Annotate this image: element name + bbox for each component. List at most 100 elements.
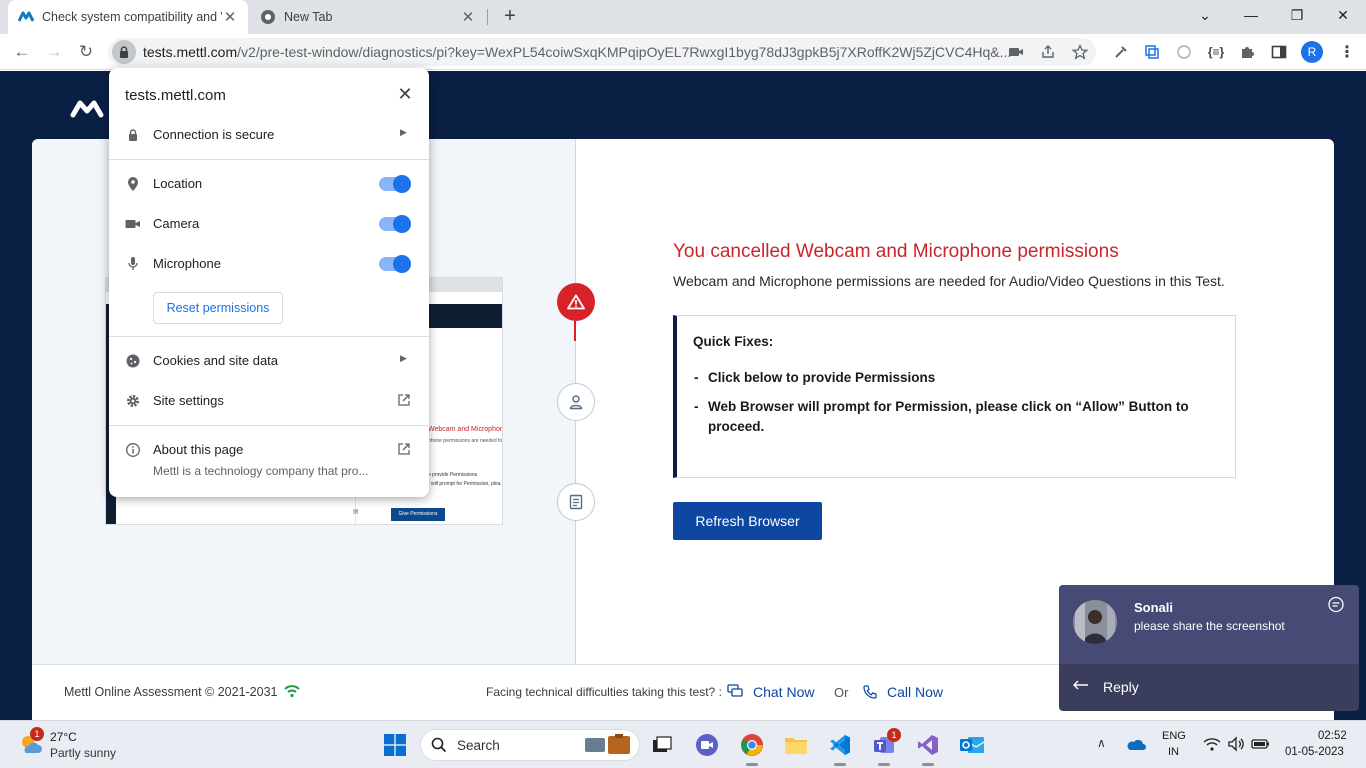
restore-icon[interactable]: ❐ [1274,0,1320,30]
popup-close-icon[interactable]: ✕ [395,84,415,104]
battery-icon[interactable] [1251,736,1269,752]
refresh-browser-button[interactable]: Refresh Browser [673,502,822,540]
new-tab-icon[interactable]: + [498,4,522,28]
reset-permissions-button[interactable]: Reset permissions [153,292,283,324]
toggle-knob [393,255,411,273]
language-indicator[interactable]: ENG [1162,730,1186,742]
extension-copy-icon[interactable] [1143,43,1161,61]
profile-avatar[interactable]: R [1301,41,1323,63]
connection-secure-row[interactable]: Connection is secure ▶ [109,119,429,151]
reload-icon[interactable]: ↻ [74,40,98,64]
about-page-row[interactable]: About this page [109,434,429,466]
onedrive-cloud-icon[interactable] [1126,737,1146,751]
tab-title: Check system compatibility and Ve [42,10,222,24]
vscode-icon[interactable] [825,730,855,766]
meet-video-icon[interactable] [692,730,722,760]
share-icon[interactable] [1040,44,1056,60]
tab-search-chevron-icon[interactable]: ⌄ [1182,0,1228,30]
tab-separator [487,9,488,25]
permission-label: Camera [153,216,200,231]
search-icon [431,737,447,753]
url-host: tests.mettl.com [143,44,238,60]
call-now-link[interactable]: Call Now [887,684,943,700]
task-view-icon[interactable] [647,730,677,760]
location-toggle[interactable] [379,175,411,193]
step-progress-line [574,321,576,341]
camera-icon [125,216,141,232]
quick-fix-item: - Web Browser will prompt for Permission… [694,397,1214,437]
file-explorer-icon[interactable] [781,730,811,760]
permission-row-camera: Camera [109,208,429,240]
microphone-toggle[interactable] [379,255,411,273]
toast-reply-button[interactable]: Reply [1103,679,1139,695]
quick-fixes-heading: Quick Fixes: [693,334,774,349]
address-bar[interactable]: tests.mettl.com/v2/pre-test-window/diagn… [108,38,1096,66]
wifi-icon[interactable] [1203,736,1221,752]
connection-label: Connection is secure [153,127,275,142]
extension-eyedropper-icon[interactable] [1112,43,1130,61]
lock-icon[interactable] [112,40,136,64]
phone-icon[interactable] [862,684,878,700]
permission-row-location: Location [109,168,429,200]
visual-studio-icon[interactable] [913,730,943,766]
back-icon[interactable]: ← [10,40,34,64]
tab-new-tab[interactable]: New Tab ✕ [250,0,486,34]
error-title: You cancelled Webcam and Microphone perm… [673,241,1119,262]
preview-button: Give Permissions [391,508,445,521]
tray-overflow-chevron-icon[interactable]: ∧ [1097,736,1106,750]
camera-in-use-icon[interactable] [1008,44,1024,60]
site-settings-row[interactable]: Site settings [109,385,429,417]
chat-now-link[interactable]: Chat Now [753,684,814,700]
gear-icon [125,393,141,409]
clock-time[interactable]: 02:52 [1318,730,1347,742]
bookmark-star-icon[interactable] [1071,43,1089,60]
teams-toast-notification[interactable]: Sonali please share the screenshot Reply [1059,585,1359,711]
tab-mettl[interactable]: Check system compatibility and Ve ✕ [8,0,248,34]
extension-circle-icon[interactable] [1175,43,1193,61]
toggle-knob [393,175,411,193]
weather-temperature[interactable]: 27°C [50,730,77,744]
popup-divider [109,336,429,337]
volume-icon[interactable] [1227,736,1245,752]
chevron-right-icon: ▶ [400,127,407,137]
chevron-right-icon: ▶ [400,353,407,363]
outlook-icon[interactable] [957,730,987,760]
cookies-row[interactable]: Cookies and site data ▶ [109,345,429,377]
mettl-favicon-icon [18,9,34,25]
menu-kebab-icon[interactable]: ⋮ [1338,43,1356,61]
taskbar-search[interactable]: Search [420,729,640,761]
fix-dash: - [694,370,699,385]
sender-avatar [1073,600,1117,644]
footer-or: Or [834,685,849,700]
tab-close-icon[interactable]: ✕ [222,8,238,26]
side-panel-icon[interactable] [1270,43,1288,61]
step-warning-icon [557,283,595,321]
quick-fix-item: - Click below to provide Permissions [694,368,1214,388]
weather-description[interactable]: Partly sunny [50,746,116,760]
tab-title: New Tab [284,10,333,24]
location-pin-icon [125,176,141,192]
close-window-icon[interactable]: ✕ [1320,0,1366,30]
preview-doc-icon: ▤ [353,509,359,515]
clock-date[interactable]: 01-05-2023 [1285,746,1344,758]
extension-json-icon[interactable]: {≡} [1207,43,1225,61]
footer-copyright: Mettl Online Assessment © 2021-2031 [64,685,278,699]
teams-badge: 1 [887,728,901,742]
tab-close-icon[interactable]: ✕ [460,8,476,26]
popup-divider [109,425,429,426]
forward-icon[interactable]: → [42,40,66,64]
popup-divider [109,159,429,160]
minimize-icon[interactable]: — [1228,0,1274,30]
chat-bubble-icon[interactable] [1327,596,1345,614]
camera-toggle[interactable] [379,215,411,233]
chrome-taskbar-icon[interactable] [737,730,767,766]
lock-icon [125,127,141,143]
permission-row-microphone: Microphone [109,248,429,280]
about-label: About this page [153,442,244,457]
permission-label: Microphone [153,256,221,271]
region-indicator[interactable]: IN [1168,746,1179,758]
windows-start-icon[interactable] [384,734,406,756]
extensions-puzzle-icon[interactable] [1238,43,1256,61]
url-path: /v2/pre-test-window/diagnostics/pi?key=W… [237,44,1012,60]
chat-icon[interactable] [727,684,743,698]
